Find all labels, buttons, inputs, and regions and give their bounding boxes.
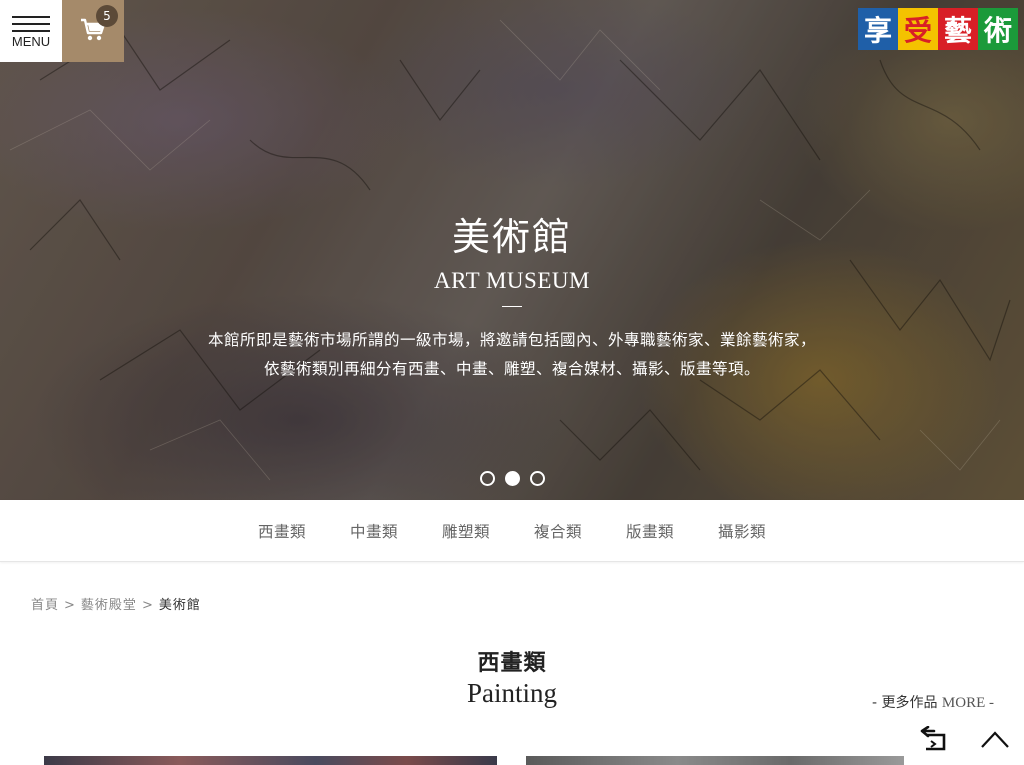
menu-label: MENU <box>11 34 51 49</box>
more-works-label: - 更多作品 <box>871 695 938 711</box>
category-photography[interactable]: 攝影類 <box>718 520 766 542</box>
breadcrumb-art-hall[interactable]: 藝術殿堂 <box>81 598 137 613</box>
chevron-up-icon[interactable] <box>980 728 1010 750</box>
breadcrumb: 首頁 > 藝術殿堂 > 美術館 <box>31 594 201 613</box>
section-subtitle: Painting <box>466 678 557 708</box>
carousel-dot-1[interactable] <box>480 471 495 486</box>
hero-banner: 美術館 ART MUSEUM 本館所即是藝術市場所謂的一級市場，將邀請包括國內、… <box>0 0 1024 500</box>
artwork-thumbnail[interactable] <box>44 756 497 765</box>
breadcrumb-current: 美術館 <box>158 598 201 613</box>
more-works-link[interactable]: - 更多作品 MORE - <box>872 692 994 712</box>
artwork-thumbnail[interactable] <box>526 756 904 765</box>
carousel-dot-2[interactable] <box>505 471 520 486</box>
menu-button[interactable]: MENU <box>0 0 62 62</box>
logo-char-2: 受 <box>898 8 938 50</box>
category-mixed-media[interactable]: 複合類 <box>534 520 582 542</box>
breadcrumb-home[interactable]: 首頁 <box>31 598 59 613</box>
category-western-painting[interactable]: 西畫類 <box>258 520 306 542</box>
category-printmaking[interactable]: 版畫類 <box>626 520 674 542</box>
logo-char-4: 術 <box>978 8 1018 50</box>
section-title: 西畫類 <box>477 651 547 676</box>
return-icon[interactable] <box>920 726 950 752</box>
hero-description: 本館所即是藝術市場所謂的一級市場，將邀請包括國內、外專職藝術家、業餘藝術家， 依… <box>0 326 1024 384</box>
hero-title: 美術館 <box>451 215 572 259</box>
logo-char-1: 享 <box>858 8 898 50</box>
site-logo[interactable]: 享 受 藝 術 <box>858 8 1018 50</box>
more-works-en: MORE - <box>941 695 994 711</box>
hero-divider <box>502 306 522 307</box>
cart-count-badge: 5 <box>96 5 118 27</box>
carousel-dot-3[interactable] <box>530 471 545 486</box>
hero-subtitle: ART MUSEUM <box>434 268 590 293</box>
category-chinese-painting[interactable]: 中畫類 <box>350 520 398 542</box>
carousel-dots <box>480 471 545 486</box>
hero-description-line-2: 依藝術類別再細分有西畫、中畫、雕塑、複合媒材、攝影、版畫等項。 <box>263 360 760 378</box>
breadcrumb-separator: > <box>141 598 154 613</box>
category-nav: 西畫類 中畫類 雕塑類 複合類 版畫類 攝影類 <box>0 500 1024 562</box>
logo-char-3: 藝 <box>938 8 978 50</box>
hero-description-line-1: 本館所即是藝術市場所謂的一級市場，將邀請包括國內、外專職藝術家、業餘藝術家， <box>207 331 816 349</box>
category-sculpture[interactable]: 雕塑類 <box>442 520 490 542</box>
breadcrumb-separator: > <box>64 598 76 613</box>
